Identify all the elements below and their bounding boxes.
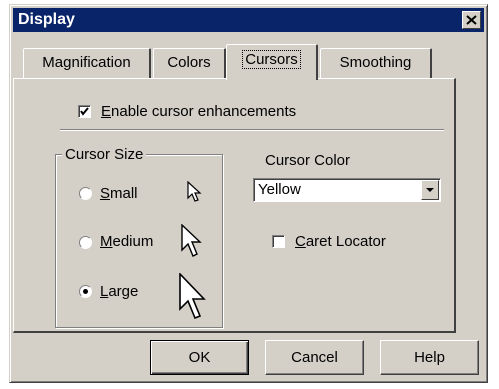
caret-locator-mnemonic: C [295,233,306,250]
tab-cursors[interactable]: Cursors [226,44,318,80]
cursor-color-select[interactable]: Yellow [253,178,441,202]
radio-small-label[interactable]: Small [100,185,138,203]
enable-enhancements-checkbox[interactable] [78,105,91,118]
radio-medium-label[interactable]: Medium [100,233,153,251]
tab-magnification-label: Magnification [42,54,131,71]
radio-medium[interactable] [79,236,92,249]
radio-medium-mnemonic: M [100,233,113,250]
ok-button-label: OK [188,349,211,366]
radio-large[interactable] [79,285,92,298]
caret-locator-checkbox[interactable] [272,235,285,248]
close-button[interactable] [462,11,481,29]
enable-enhancements-mnemonic: E [101,103,112,120]
caret-locator-label[interactable]: Caret Locator [295,233,386,251]
ok-button[interactable]: OK [150,340,249,375]
tab-cursors-label: Cursors [242,50,301,69]
small-arrow-cursor-icon [187,181,202,202]
tab-colors[interactable]: Colors [153,48,226,78]
radio-large-dot [83,289,88,294]
radio-small[interactable] [79,187,92,200]
title-bar[interactable]: Display [13,8,484,32]
radio-small-mnemonic: S [100,185,111,202]
tab-magnification[interactable]: Magnification [23,48,151,78]
radio-large-text: arge [108,283,139,300]
cancel-button-label: Cancel [291,349,338,366]
enable-enhancements-text: nable cursor enhancements [111,103,297,120]
tab-colors-label: Colors [167,54,211,71]
cursor-color-value: Yellow [258,181,301,198]
checkmark-icon [80,107,89,116]
cursor-color-label: Cursor Color [265,152,351,169]
enable-enhancements-label[interactable]: Enable cursor enhancements [101,103,296,121]
separator [60,129,444,131]
cursor-size-title: Cursor Size [62,146,147,164]
tab-smoothing-label: Smoothing [339,54,412,71]
tab-smoothing[interactable]: Smoothing [320,48,432,78]
window-title: Display [18,11,75,28]
radio-small-text: mall [110,185,138,202]
help-button[interactable]: Help [380,340,479,375]
radio-large-label[interactable]: Large [100,283,138,301]
radio-medium-text: edium [112,233,154,250]
caret-locator-text: aret Locator [305,233,386,250]
cancel-button[interactable]: Cancel [265,340,364,375]
close-icon [466,15,477,25]
large-arrow-cursor-icon [179,273,206,320]
medium-arrow-cursor-icon [181,224,202,257]
dropdown-arrow-button[interactable] [421,180,439,200]
help-button-label: Help [414,349,445,366]
